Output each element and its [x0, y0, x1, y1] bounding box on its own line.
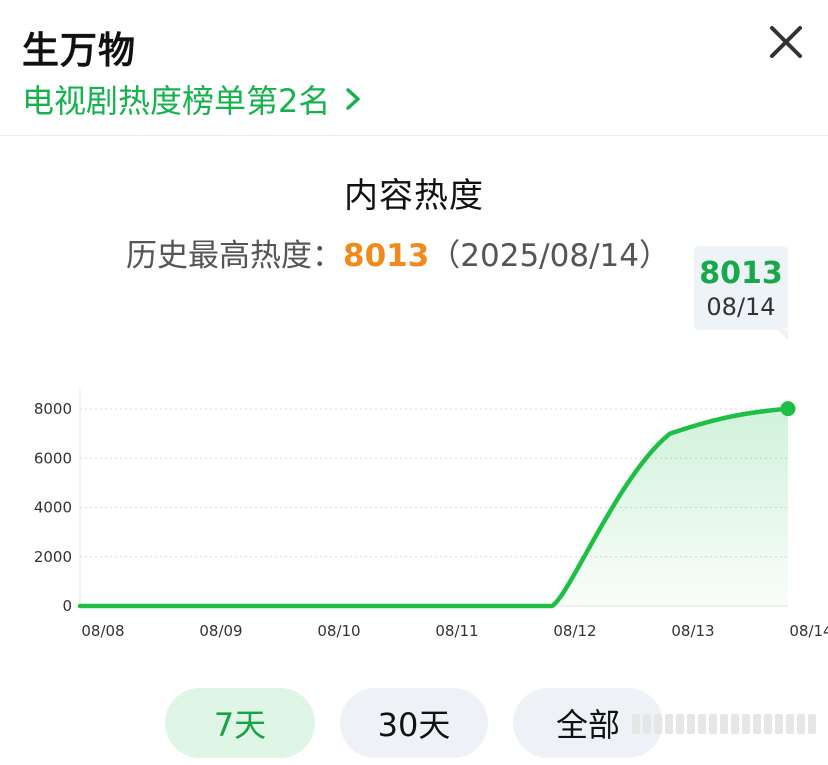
y-tick-label: 0	[62, 597, 72, 615]
x-tick-label: 08/12	[553, 622, 596, 640]
rank-link[interactable]: 电视剧热度榜单第2名	[22, 76, 366, 122]
peak-heat-line: 历史最高热度：8013（2025/08/14）	[126, 230, 670, 275]
rank-link-label: 电视剧热度榜单第2名	[22, 82, 331, 120]
header: 生万物 电视剧热度榜单第2名	[0, 0, 828, 136]
heat-detail-panel: 生万物 电视剧热度榜单第2名 内容热度 历史最高热度：8013（2025/08/…	[0, 0, 828, 765]
range-all-label: 全部	[555, 706, 620, 744]
close-button[interactable]	[766, 22, 806, 62]
heat-chart-svg: 8000 6000 4000 2000 0 08/08 08/09 08/10 08/11 08/…	[34, 390, 828, 640]
x-tick-label: 08/14	[789, 622, 828, 640]
range-7-days-label: 7天	[213, 706, 267, 744]
scroll-hint	[632, 712, 818, 736]
highlight-point	[780, 401, 796, 417]
range-7-days-button[interactable]: 7天	[165, 688, 315, 758]
range-30-days-label: 30天	[377, 706, 451, 744]
y-tick-label: 6000	[34, 449, 72, 467]
heat-chart: 8000 6000 4000 2000 0 08/08 08/09 08/10 08/11 08/…	[0, 380, 828, 650]
x-tick-label: 08/08	[81, 622, 124, 640]
tooltip-value: 8013	[699, 256, 783, 291]
x-tick-label: 08/11	[435, 622, 478, 640]
tooltip-date: 08/14	[706, 293, 776, 321]
x-tick-label: 08/09	[199, 622, 242, 640]
y-tick-label: 4000	[34, 499, 72, 517]
chevron-right-icon	[346, 88, 361, 110]
range-30-days-button[interactable]: 30天	[340, 688, 488, 758]
y-tick-label: 2000	[34, 548, 72, 566]
chart-tooltip: 8013 08/14	[694, 246, 788, 340]
x-tick-label: 08/13	[671, 622, 714, 640]
peak-label: 历史最高热度：	[126, 238, 343, 274]
y-tick-label: 8000	[34, 400, 72, 418]
peak-date: （2025/08/14）	[429, 238, 670, 274]
section-title: 内容热度	[344, 176, 484, 216]
peak-value: 8013	[343, 238, 430, 274]
x-tick-label: 08/10	[317, 622, 360, 640]
close-icon	[770, 26, 802, 58]
show-title: 生万物	[22, 29, 136, 72]
